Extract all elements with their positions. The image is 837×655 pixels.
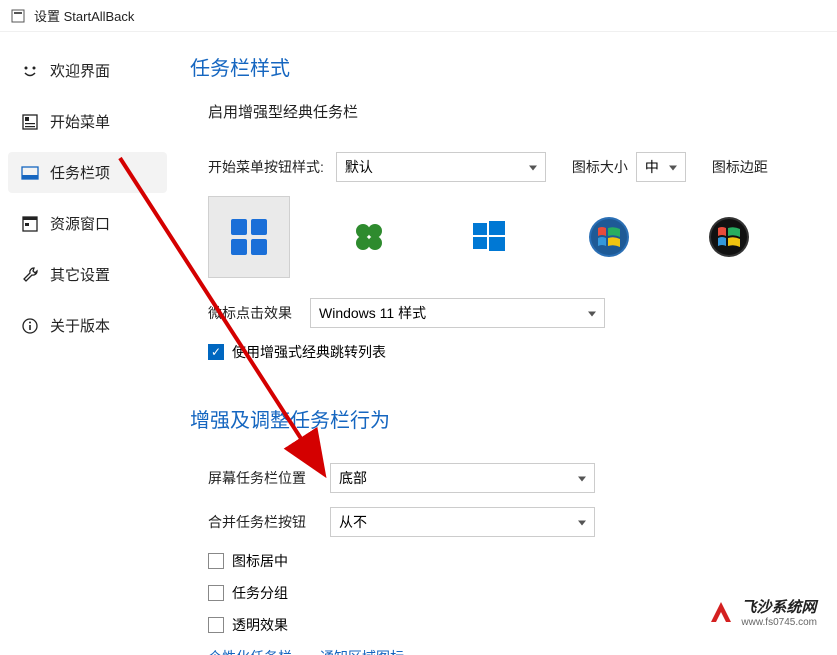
start-icon-clover[interactable]: [328, 196, 410, 278]
sidebar: 欢迎界面 开始菜单 任务栏项 资源窗口 其它设置: [0, 32, 175, 655]
personalize-link[interactable]: 个性化任务栏: [208, 647, 292, 655]
sidebar-item-startmenu[interactable]: 开始菜单: [0, 101, 175, 142]
section-title-behavior: 增强及调整任务栏行为: [190, 404, 837, 433]
taskbar-icon: [20, 163, 40, 183]
watermark-url: www.fs0745.com: [741, 617, 817, 628]
wrench-icon: [20, 265, 40, 285]
start-button-style-select[interactable]: 默认: [336, 152, 546, 182]
sidebar-item-label: 其它设置: [50, 264, 110, 285]
jumplist-label: 使用增强式经典跳转列表: [232, 342, 386, 362]
sidebar-item-welcome[interactable]: 欢迎界面: [0, 50, 175, 91]
sidebar-item-label: 欢迎界面: [50, 60, 110, 81]
start-menu-icon: [20, 112, 40, 132]
micro-effect-label: 微标点击效果: [208, 303, 298, 323]
tray-icons-link[interactable]: 通知区域图标: [320, 647, 404, 655]
enable-classic-desc: 启用增强型经典任务栏: [208, 101, 837, 122]
task-group-checkbox[interactable]: [208, 585, 224, 601]
transparency-label: 透明效果: [232, 615, 288, 635]
micro-effect-row: 微标点击效果 Windows 11 样式: [208, 298, 837, 328]
micro-effect-select[interactable]: Windows 11 样式: [310, 298, 605, 328]
start-icon-win11[interactable]: [208, 196, 290, 278]
start-icon-win7-orb[interactable]: [568, 196, 650, 278]
jumplist-checkbox[interactable]: [208, 344, 224, 360]
combine-buttons-label: 合并任务栏按钮: [208, 512, 318, 532]
sidebar-item-label: 资源窗口: [50, 213, 110, 234]
links-row: 个性化任务栏 通知区域图标: [208, 647, 837, 655]
combine-buttons-select[interactable]: 从不: [330, 507, 595, 537]
start-icon-win7-flag[interactable]: [688, 196, 770, 278]
sidebar-item-taskbar[interactable]: 任务栏项: [8, 152, 167, 193]
info-icon: [20, 316, 40, 336]
center-icons-label: 图标居中: [232, 551, 288, 571]
icon-size-label: 图标大小: [572, 157, 628, 177]
icon-size-select[interactable]: 中: [636, 152, 686, 182]
window-title: 设置 StartAllBack: [34, 6, 134, 25]
combine-buttons-row: 合并任务栏按钮 从不: [208, 507, 837, 537]
start-button-style-label: 开始菜单按钮样式:: [208, 157, 324, 177]
sidebar-item-other[interactable]: 其它设置: [0, 254, 175, 295]
main-content: 任务栏样式 启用增强型经典任务栏 开始菜单按钮样式: 默认 图标大小 中 图标边…: [175, 32, 837, 655]
section-title-style: 任务栏样式: [190, 52, 837, 81]
taskbar-position-row: 屏幕任务栏位置 底部: [208, 463, 837, 493]
start-icon-win10[interactable]: [448, 196, 530, 278]
icon-margin-label: 图标边距: [712, 157, 768, 177]
taskbar-position-label: 屏幕任务栏位置: [208, 468, 318, 488]
app-icon: [10, 8, 26, 24]
start-button-style-row: 开始菜单按钮样式: 默认 图标大小 中 图标边距: [208, 152, 837, 182]
start-icon-picker: [208, 196, 837, 278]
center-icons-checkbox[interactable]: [208, 553, 224, 569]
center-icons-row[interactable]: 图标居中: [208, 551, 837, 571]
taskbar-position-select[interactable]: 底部: [330, 463, 595, 493]
watermark-title: 飞沙系统网: [741, 596, 817, 617]
sidebar-item-about[interactable]: 关于版本: [0, 305, 175, 346]
sidebar-item-label: 任务栏项: [50, 162, 110, 183]
jumplist-checkbox-row[interactable]: 使用增强式经典跳转列表: [208, 342, 837, 362]
task-group-label: 任务分组: [232, 583, 288, 603]
sidebar-item-label: 关于版本: [50, 315, 110, 336]
watermark: 飞沙系统网 www.fs0745.com: [707, 596, 817, 628]
transparency-checkbox[interactable]: [208, 617, 224, 633]
explorer-icon: [20, 214, 40, 234]
sidebar-item-explorer[interactable]: 资源窗口: [0, 203, 175, 244]
sidebar-item-label: 开始菜单: [50, 111, 110, 132]
watermark-logo-icon: [707, 598, 735, 626]
smile-icon: [20, 61, 40, 81]
titlebar: 设置 StartAllBack: [0, 0, 837, 32]
